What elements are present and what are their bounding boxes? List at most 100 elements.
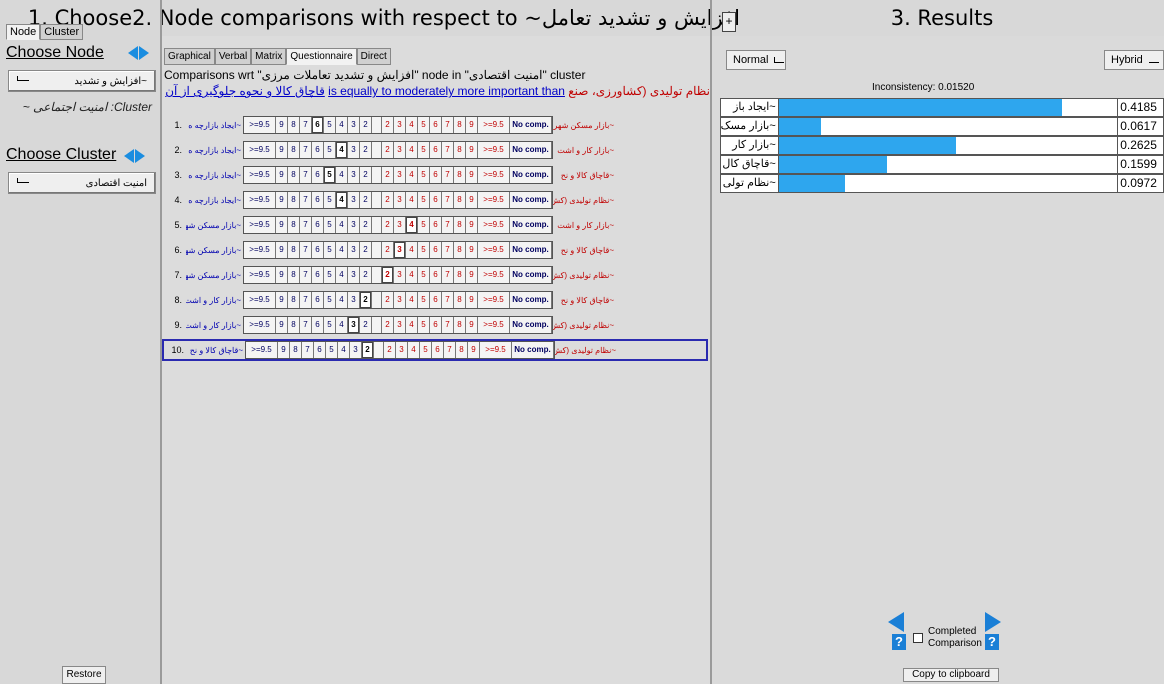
no-comparison-button[interactable]: No comp. xyxy=(510,317,552,333)
scale-left-cell[interactable]: 7 xyxy=(300,242,312,258)
completed-comparison-checkbox[interactable] xyxy=(913,633,923,643)
scale-left-cell[interactable]: 6 xyxy=(312,242,324,258)
no-comparison-button[interactable]: No comp. xyxy=(510,192,552,208)
scale-right-cell[interactable]: 5 xyxy=(418,292,430,308)
scale-left-cell[interactable]: 5 xyxy=(324,242,336,258)
scale-right-cell[interactable]: 5 xyxy=(418,267,430,283)
scale-left-cell[interactable]: 6 xyxy=(312,142,324,158)
scale-right-cell[interactable]: 7 xyxy=(442,117,454,133)
scale-left-cell[interactable]: 6 xyxy=(312,317,324,333)
scale-right-cell[interactable]: 5 xyxy=(418,242,430,258)
scale-right-cell[interactable]: 6 xyxy=(430,242,442,258)
hybrid-select[interactable]: Hybrid xyxy=(1104,50,1164,70)
scale-left-cell[interactable]: 5 xyxy=(324,167,336,183)
scale-right-cell[interactable]: 8 xyxy=(454,142,466,158)
scale-right-cell[interactable]: 8 xyxy=(454,192,466,208)
scale-right-cell[interactable]: 8 xyxy=(454,167,466,183)
scale-left-cell[interactable]: 7 xyxy=(300,317,312,333)
scale-right-cell[interactable]: 4 xyxy=(406,267,418,283)
scale-left-cell[interactable]: 2 xyxy=(360,142,372,158)
scale-left-cell[interactable]: >=9.5 xyxy=(246,342,278,358)
scale-left-cell[interactable]: 8 xyxy=(288,242,300,258)
scale-right-cell[interactable]: >=9.5 xyxy=(478,117,510,133)
scale-left-cell[interactable]: 9 xyxy=(276,317,288,333)
scale-right-cell[interactable]: 5 xyxy=(418,317,430,333)
scale-right-cell[interactable]: 6 xyxy=(430,142,442,158)
scale-right-cell[interactable]: 9 xyxy=(468,342,480,358)
scale-right-cell[interactable]: 2 xyxy=(382,142,394,158)
scale-left-cell[interactable]: 2 xyxy=(360,117,372,133)
scale-left-cell[interactable]: 9 xyxy=(276,117,288,133)
scale-right-cell[interactable]: 2 xyxy=(384,342,396,358)
scale-right-cell[interactable]: >=9.5 xyxy=(478,142,510,158)
scale-left-cell[interactable]: 3 xyxy=(348,117,360,133)
scale-right-cell[interactable]: 2 xyxy=(382,192,394,208)
scale-right-cell[interactable]: 2 xyxy=(382,217,394,233)
scale-right-cell[interactable]: 6 xyxy=(430,192,442,208)
scale-right-cell[interactable]: 9 xyxy=(466,117,478,133)
scale-right-cell[interactable]: 7 xyxy=(442,242,454,258)
scale-right-cell[interactable]: 6 xyxy=(430,167,442,183)
scale-left-cell[interactable]: >=9.5 xyxy=(244,292,276,308)
scale-left-cell[interactable]: 2 xyxy=(360,267,372,283)
scale-right-cell[interactable]: 8 xyxy=(454,117,466,133)
scale-right-cell[interactable]: 8 xyxy=(454,242,466,258)
scale-left-cell[interactable]: 5 xyxy=(324,217,336,233)
scale-left-cell[interactable]: 9 xyxy=(276,292,288,308)
prev-node-icon[interactable] xyxy=(128,46,138,60)
tab-node[interactable]: Node xyxy=(6,24,41,40)
scale-right-cell[interactable]: 5 xyxy=(418,142,430,158)
scale-left-cell[interactable]: 8 xyxy=(288,142,300,158)
scale-left-cell[interactable]: >=9.5 xyxy=(244,242,276,258)
scale-left-cell[interactable]: 5 xyxy=(324,317,336,333)
scale-left-cell[interactable]: 4 xyxy=(336,142,348,158)
scale-right-cell[interactable]: >=9.5 xyxy=(478,167,510,183)
scale-right-cell[interactable]: 6 xyxy=(430,292,442,308)
no-comparison-button[interactable]: No comp. xyxy=(510,217,552,233)
scale-left-cell[interactable]: 5 xyxy=(324,117,336,133)
scale-left-cell[interactable]: 3 xyxy=(348,317,360,333)
scale-left-cell[interactable]: >=9.5 xyxy=(244,142,276,158)
scale-left-cell[interactable]: 5 xyxy=(324,142,336,158)
scale-right-cell[interactable]: 3 xyxy=(394,217,406,233)
scale-right-cell[interactable]: 5 xyxy=(418,117,430,133)
scale-left-cell[interactable]: 4 xyxy=(336,267,348,283)
scale-left-cell[interactable]: 3 xyxy=(348,242,360,258)
restore-button[interactable]: Restore xyxy=(62,666,106,684)
normal-select[interactable]: Normal xyxy=(726,50,786,70)
no-comparison-button[interactable]: No comp. xyxy=(510,292,552,308)
scale-right-cell[interactable]: 4 xyxy=(406,242,418,258)
scale-right-cell[interactable]: 7 xyxy=(442,142,454,158)
scale-left-cell[interactable]: 8 xyxy=(288,317,300,333)
scale-left-cell[interactable]: 9 xyxy=(276,242,288,258)
prev-cluster-icon[interactable] xyxy=(124,149,134,163)
scale-right-cell[interactable]: 6 xyxy=(430,217,442,233)
scale-right-cell[interactable]: 2 xyxy=(382,292,394,308)
previous-comparison-icon[interactable] xyxy=(888,612,904,632)
scale-right-cell[interactable]: 6 xyxy=(432,342,444,358)
scale-right-cell[interactable]: 9 xyxy=(466,167,478,183)
scale-left-cell[interactable]: 3 xyxy=(350,342,362,358)
scale-left-cell[interactable]: 9 xyxy=(276,142,288,158)
no-comparison-button[interactable]: No comp. xyxy=(512,342,554,358)
scale-right-cell[interactable]: 3 xyxy=(394,292,406,308)
scale-right-cell[interactable]: >=9.5 xyxy=(478,242,510,258)
scale-left-cell[interactable]: 5 xyxy=(324,192,336,208)
scale-left-cell[interactable]: 7 xyxy=(300,192,312,208)
scale-left-cell[interactable]: 2 xyxy=(360,242,372,258)
scale-right-cell[interactable]: 7 xyxy=(442,292,454,308)
scale-left-cell[interactable]: >=9.5 xyxy=(244,167,276,183)
scale-right-cell[interactable]: 5 xyxy=(418,167,430,183)
scale-right-cell[interactable]: 4 xyxy=(406,192,418,208)
scale-right-cell[interactable]: 5 xyxy=(418,217,430,233)
scale-left-cell[interactable]: 6 xyxy=(312,192,324,208)
tab-graphical[interactable]: Graphical xyxy=(164,48,215,65)
scale-right-cell[interactable]: 2 xyxy=(382,242,394,258)
scale-left-cell[interactable]: 2 xyxy=(360,317,372,333)
scale-right-cell[interactable]: 9 xyxy=(466,292,478,308)
no-comparison-button[interactable]: No comp. xyxy=(510,242,552,258)
scale-right-cell[interactable]: >=9.5 xyxy=(478,292,510,308)
scale-right-cell[interactable]: 4 xyxy=(406,142,418,158)
scale-right-cell[interactable]: >=9.5 xyxy=(478,217,510,233)
scale-right-cell[interactable]: >=9.5 xyxy=(478,267,510,283)
